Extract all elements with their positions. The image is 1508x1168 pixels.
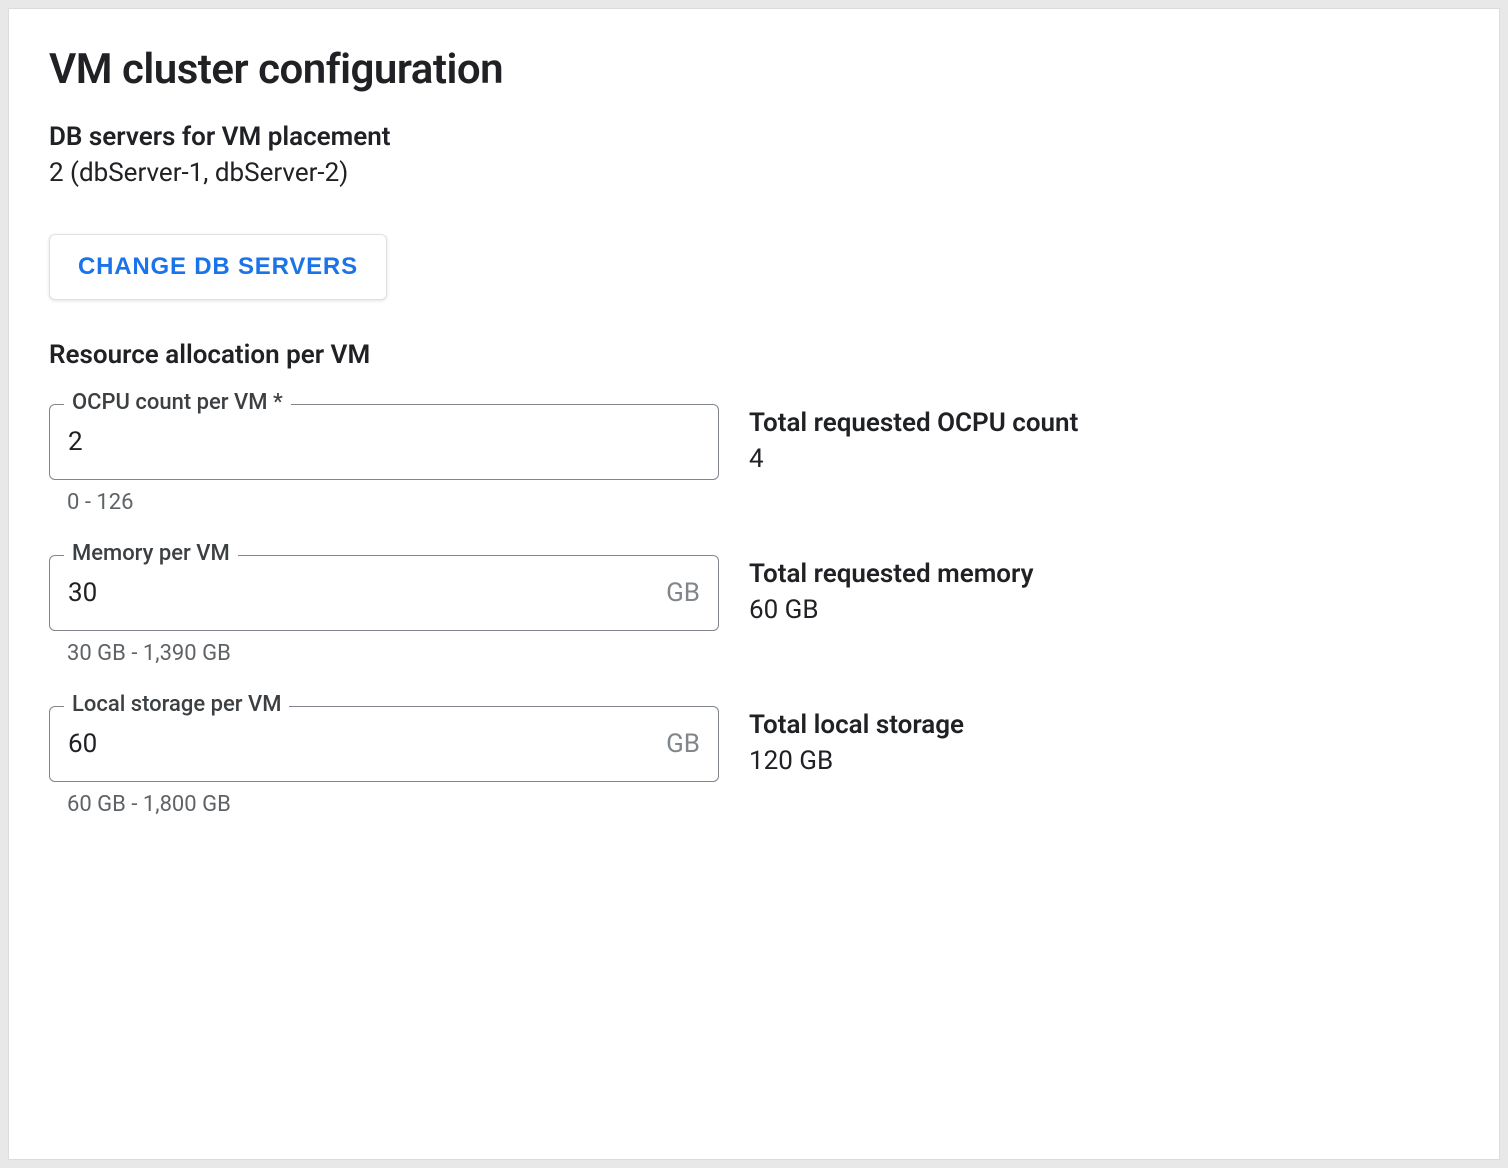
vm-cluster-config-panel: VM cluster configuration DB servers for …: [8, 8, 1500, 1160]
db-servers-value: 2 (dbServer-1, dbServer-2): [49, 158, 1459, 188]
total-storage-label: Total local storage: [749, 710, 1459, 740]
storage-field[interactable]: Local storage per VM GB: [49, 706, 719, 782]
memory-input[interactable]: [68, 578, 666, 608]
total-ocpu-value: 4: [749, 444, 1459, 474]
storage-row: Local storage per VM GB 60 GB - 1,800 GB…: [49, 706, 1459, 817]
storage-label: Local storage per VM: [64, 692, 289, 717]
total-ocpu-label: Total requested OCPU count: [749, 408, 1459, 438]
storage-input[interactable]: [68, 729, 666, 759]
total-memory-label: Total requested memory: [749, 559, 1459, 589]
ocpu-input[interactable]: [68, 427, 700, 457]
ocpu-label: OCPU count per VM *: [64, 390, 291, 415]
db-servers-label: DB servers for VM placement: [49, 122, 1459, 152]
total-memory-value: 60 GB: [749, 595, 1459, 625]
ocpu-field[interactable]: OCPU count per VM *: [49, 404, 719, 480]
change-db-servers-button[interactable]: CHANGE DB SERVERS: [49, 234, 387, 300]
total-storage-value: 120 GB: [749, 746, 1459, 776]
ocpu-row: OCPU count per VM * 0 - 126 Total reques…: [49, 404, 1459, 515]
storage-helper: 60 GB - 1,800 GB: [67, 792, 749, 817]
memory-label: Memory per VM: [64, 541, 238, 566]
resource-allocation-heading: Resource allocation per VM: [49, 340, 1459, 370]
page-title: VM cluster configuration: [49, 45, 1459, 94]
memory-suffix: GB: [666, 578, 700, 608]
memory-helper: 30 GB - 1,390 GB: [67, 641, 749, 666]
storage-suffix: GB: [666, 729, 700, 759]
memory-row: Memory per VM GB 30 GB - 1,390 GB Total …: [49, 555, 1459, 666]
memory-field[interactable]: Memory per VM GB: [49, 555, 719, 631]
ocpu-helper: 0 - 126: [67, 490, 749, 515]
